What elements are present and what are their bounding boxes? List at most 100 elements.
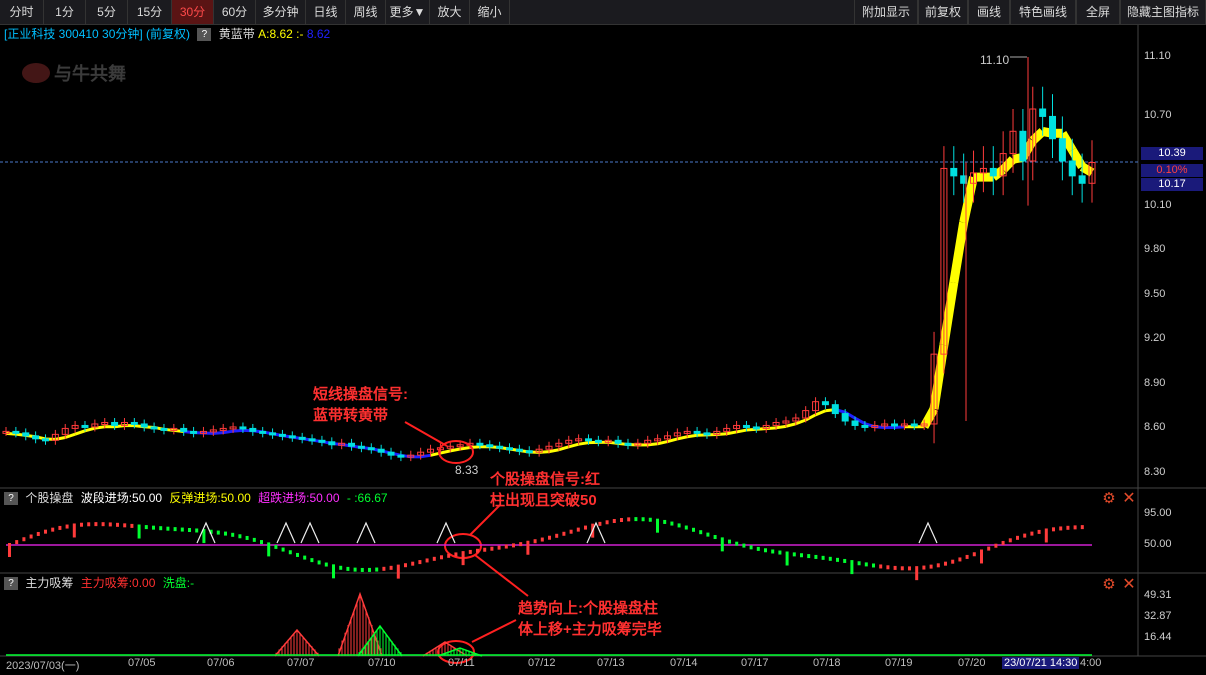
candle-body <box>594 439 602 443</box>
osc-bar <box>692 527 695 532</box>
osc-bar <box>900 566 904 571</box>
candle-body <box>259 430 267 434</box>
osc-bar <box>958 557 962 562</box>
osc-bar <box>555 533 559 538</box>
osc-bar <box>792 552 796 557</box>
candle-body <box>1068 160 1076 177</box>
osc-bar <box>123 523 127 528</box>
osc-bar <box>1016 535 1019 540</box>
candle-body <box>140 423 148 428</box>
candle-body <box>180 427 188 432</box>
low-marker: 8.33 <box>455 463 479 477</box>
osc-bar <box>332 564 335 579</box>
osc-bar <box>116 522 119 527</box>
signal-triangle <box>918 521 938 544</box>
osc-bar <box>1080 525 1084 530</box>
osc-bar <box>951 559 955 564</box>
osc-bar <box>670 521 674 526</box>
osc-bar <box>915 566 919 581</box>
date-current: 23/07/21 14:30 <box>1002 657 1080 669</box>
osc-bar <box>735 541 739 546</box>
band-segment <box>449 447 461 453</box>
osc-bar <box>447 553 451 558</box>
band-segment <box>939 281 959 346</box>
osc-bar <box>468 549 472 554</box>
candle-body <box>150 426 158 430</box>
candle-body <box>910 423 918 427</box>
osc-bar <box>152 525 155 530</box>
candle-body <box>387 451 395 456</box>
osc-bar <box>612 518 616 523</box>
osc-bar <box>843 558 847 563</box>
band-segment <box>55 436 66 441</box>
osc-bar <box>540 537 544 542</box>
osc-bar <box>44 529 47 534</box>
panel3-header: ? 主力吸筹 主力吸筹:0.00 洗盘:- <box>0 575 194 591</box>
osc-bar <box>994 543 998 548</box>
osc-bar <box>828 556 832 561</box>
date-tick-2: 07/06 <box>207 657 235 669</box>
band-segment <box>667 437 678 444</box>
osc-bar <box>195 528 199 533</box>
annotation-text: 蓝带转黄带 <box>313 407 389 424</box>
panel3-name[interactable]: 主力吸筹 <box>25 576 73 590</box>
candle-body <box>41 438 49 442</box>
help-icon[interactable]: ? <box>4 492 18 506</box>
signal-triangle <box>276 521 296 544</box>
candle-body <box>851 420 859 426</box>
signal-triangle <box>436 521 456 544</box>
date-tick-12: 07/20 <box>958 657 986 669</box>
date-tail: 4:00 <box>1080 657 1102 669</box>
osc-bar <box>418 560 422 565</box>
osc-bar <box>533 539 537 544</box>
panel2-settings-icon[interactable]: ⚙ <box>1101 491 1117 507</box>
panel2-close-icon[interactable]: ✕ <box>1122 491 1136 507</box>
osc-bar <box>627 517 631 522</box>
osc-bar <box>144 525 148 530</box>
osc-bar <box>15 540 19 545</box>
panel3-close-icon[interactable]: ✕ <box>1122 577 1136 593</box>
candle-body <box>841 413 849 422</box>
osc-bar <box>324 562 328 567</box>
date-tick-0: 2023/07/03(一) <box>6 660 80 672</box>
candle-body <box>357 445 365 449</box>
osc-bar <box>1052 527 1055 532</box>
osc-bar <box>1030 531 1034 536</box>
osc-bar <box>893 565 897 570</box>
osc-bar <box>850 560 854 575</box>
osc-bar <box>713 535 717 540</box>
band-segment <box>999 156 1017 173</box>
osc-bar <box>800 553 803 558</box>
candle-body <box>1058 138 1066 162</box>
osc-bar <box>929 564 933 569</box>
osc-bar <box>1073 525 1077 530</box>
osc-bar <box>274 544 278 549</box>
osc-bar <box>965 554 969 559</box>
osc-bar <box>699 530 703 535</box>
price-tick-1: 10.70 <box>1144 109 1172 122</box>
osc-bar <box>180 527 184 532</box>
candle-body <box>624 442 632 446</box>
osc-bar <box>663 519 667 524</box>
osc-bar <box>641 517 645 522</box>
osc-bar <box>36 531 40 536</box>
osc-bar <box>886 565 890 570</box>
osc-bar <box>720 537 724 552</box>
help-icon[interactable]: ? <box>4 577 18 591</box>
band-segment <box>558 445 570 452</box>
annotation-arrow <box>471 619 517 643</box>
osc-bar <box>411 561 415 566</box>
osc-bar <box>648 517 652 522</box>
candle-body <box>249 427 257 432</box>
osc-bar <box>368 567 371 572</box>
panel3-settings-icon[interactable]: ⚙ <box>1101 577 1117 593</box>
osc-bar <box>461 551 465 566</box>
band-segment <box>804 413 817 422</box>
osc-bar <box>29 534 33 539</box>
chart-canvas <box>0 25 1206 664</box>
candle-body <box>525 450 533 454</box>
osc-bar <box>764 548 767 553</box>
osc-bar <box>771 549 775 554</box>
panel2-name[interactable]: 个股操盘 <box>25 491 73 505</box>
osc-bar <box>389 565 393 570</box>
